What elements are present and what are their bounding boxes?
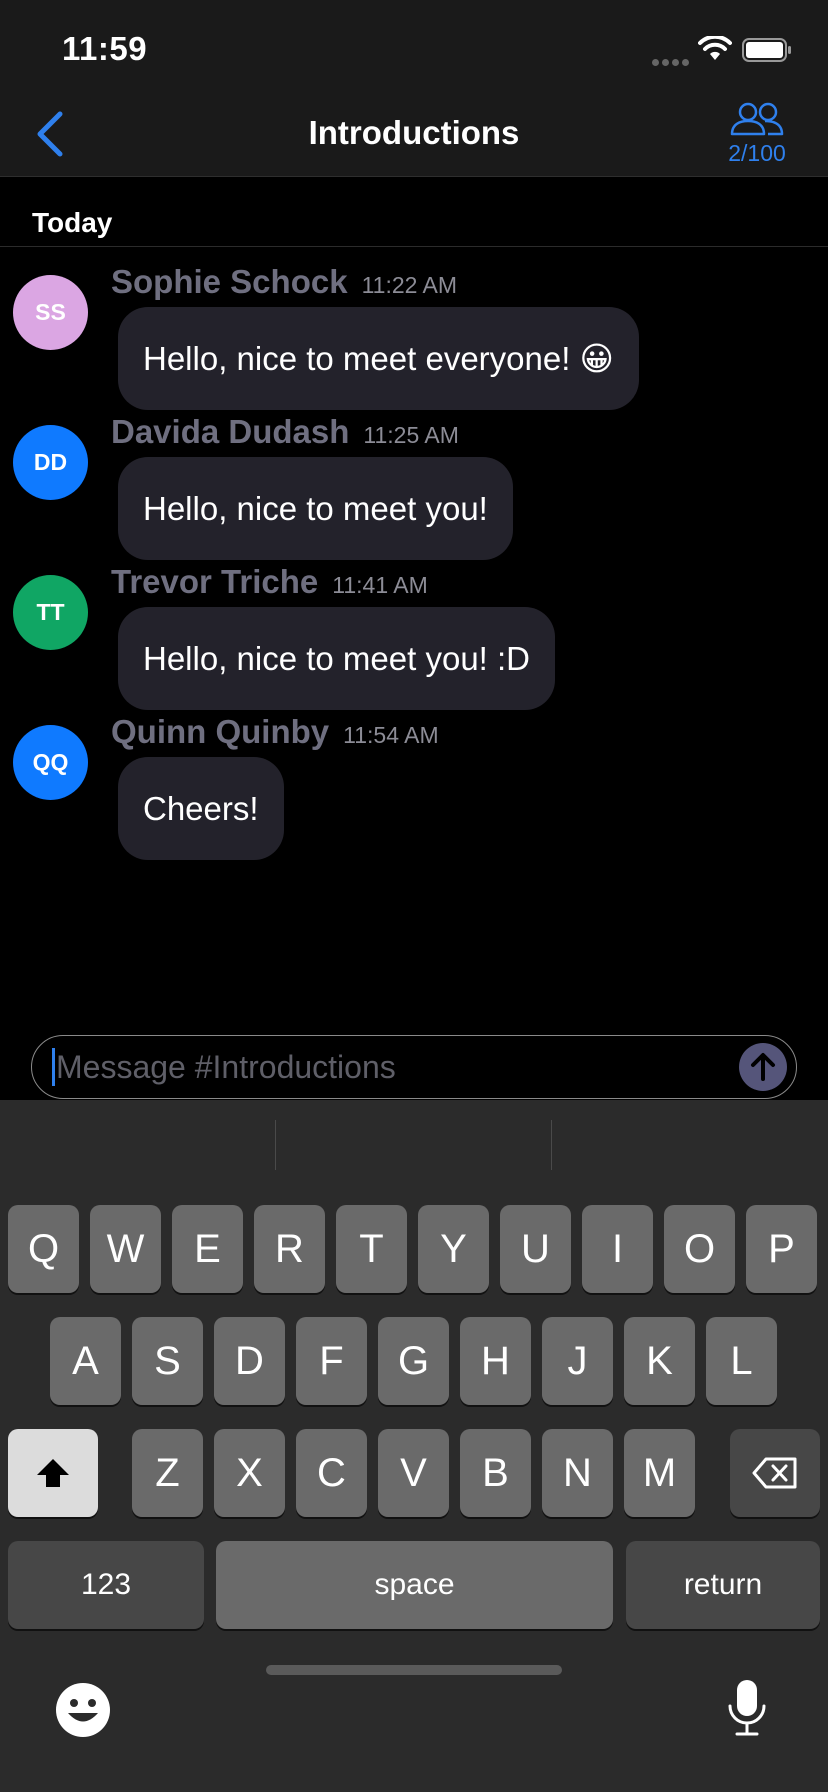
message-bubble[interactable]: Hello, nice to meet everyone! 😀	[118, 307, 639, 410]
key-g[interactable]: G	[378, 1317, 449, 1405]
members-button[interactable]: 2/100	[712, 100, 802, 170]
key-s[interactable]: S	[132, 1317, 203, 1405]
emoji-icon[interactable]	[55, 1682, 111, 1738]
message-item: QQ Quinn Quinby 11:54 AM Cheers!	[0, 713, 828, 875]
suggestion-divider	[551, 1120, 552, 1170]
key-u[interactable]: U	[500, 1205, 571, 1293]
key-t[interactable]: T	[336, 1205, 407, 1293]
text-cursor	[52, 1048, 55, 1086]
key-x[interactable]: X	[214, 1429, 285, 1517]
key-o[interactable]: O	[664, 1205, 735, 1293]
avatar[interactable]: SS	[13, 275, 88, 350]
message-input[interactable]	[56, 1042, 706, 1092]
sender-name[interactable]: Davida Dudash	[111, 413, 349, 450]
return-key[interactable]: return	[626, 1541, 820, 1629]
shift-key[interactable]	[8, 1429, 98, 1517]
delete-key[interactable]	[730, 1429, 820, 1517]
message-bubble[interactable]: Hello, nice to meet you!	[118, 457, 513, 560]
key-e[interactable]: E	[172, 1205, 243, 1293]
message-header: Trevor Triche 11:41 AM	[111, 563, 428, 601]
message-time: 11:22 AM	[361, 272, 458, 298]
key-n[interactable]: N	[542, 1429, 613, 1517]
people-icon	[730, 102, 784, 136]
message-header: Davida Dudash 11:25 AM	[111, 413, 459, 451]
key-r[interactable]: R	[254, 1205, 325, 1293]
page-title: Introductions	[308, 114, 520, 151]
avatar[interactable]: DD	[13, 425, 88, 500]
key-d[interactable]: D	[214, 1317, 285, 1405]
key-p[interactable]: P	[746, 1205, 817, 1293]
message-time: 11:54 AM	[343, 722, 439, 748]
key-w[interactable]: W	[90, 1205, 161, 1293]
key-v[interactable]: V	[378, 1429, 449, 1517]
status-bar: 11:59	[0, 0, 828, 100]
key-m[interactable]: M	[624, 1429, 695, 1517]
message-header: Sophie Schock 11:22 AM	[111, 263, 457, 301]
avatar[interactable]: TT	[13, 575, 88, 650]
cellular-signal-icon	[652, 53, 692, 71]
key-j[interactable]: J	[542, 1317, 613, 1405]
send-button[interactable]	[739, 1043, 787, 1091]
key-h[interactable]: H	[460, 1317, 531, 1405]
key-z[interactable]: Z	[132, 1429, 203, 1517]
shift-icon	[37, 1459, 69, 1487]
message-header: Quinn Quinby 11:54 AM	[111, 713, 439, 751]
message-bubble[interactable]: Hello, nice to meet you! :D	[118, 607, 556, 710]
navigation-bar: Introductions 2/100	[0, 100, 828, 177]
key-c[interactable]: C	[296, 1429, 367, 1517]
home-indicator	[266, 1665, 562, 1675]
key-a[interactable]: A	[50, 1317, 121, 1405]
date-section-header: Today	[0, 196, 828, 247]
message-item: SS Sophie Schock 11:22 AM Hello, nice to …	[0, 263, 828, 425]
sender-name[interactable]: Sophie Schock	[111, 263, 348, 300]
microphone-icon[interactable]	[726, 1678, 768, 1738]
message-item: TT Trevor Triche 11:41 AM Hello, nice to …	[0, 563, 828, 725]
message-composer	[31, 1035, 797, 1099]
battery-icon	[742, 38, 791, 62]
key-y[interactable]: Y	[418, 1205, 489, 1293]
message-time: 11:41 AM	[332, 572, 428, 598]
members-count: 2/100	[728, 140, 786, 166]
keyboard: Q W E R T Y U I O P A S D F G H J K L Z …	[0, 1100, 828, 1792]
key-i[interactable]: I	[582, 1205, 653, 1293]
delete-icon	[752, 1457, 797, 1489]
message-bubble[interactable]: Cheers!	[118, 757, 284, 860]
key-l[interactable]: L	[706, 1317, 777, 1405]
key-b[interactable]: B	[460, 1429, 531, 1517]
message-time: 11:25 AM	[363, 422, 459, 448]
key-q[interactable]: Q	[8, 1205, 79, 1293]
wifi-icon	[698, 36, 732, 60]
key-k[interactable]: K	[624, 1317, 695, 1405]
key-f[interactable]: F	[296, 1317, 367, 1405]
suggestion-divider	[275, 1120, 276, 1170]
section-label: Today	[32, 207, 113, 238]
arrow-up-icon	[751, 1053, 775, 1081]
sender-name[interactable]: Quinn Quinby	[111, 713, 329, 750]
message-item: DD Davida Dudash 11:25 AM Hello, nice to …	[0, 413, 828, 575]
numbers-key[interactable]: 123	[8, 1541, 204, 1629]
sender-name[interactable]: Trevor Triche	[111, 563, 318, 600]
avatar[interactable]: QQ	[13, 725, 88, 800]
status-time: 11:59	[62, 30, 148, 67]
space-key[interactable]: space	[216, 1541, 613, 1629]
